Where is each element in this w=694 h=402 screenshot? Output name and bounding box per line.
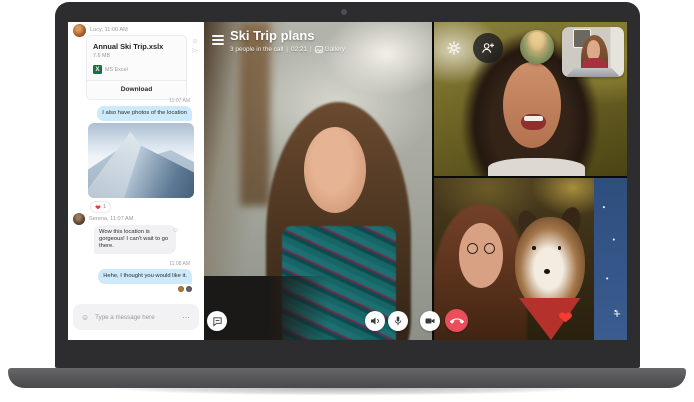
- skype-call-window: Lucy, 11:00 AM Annual Ski Trip.xslx 7.6 …: [68, 22, 627, 340]
- photo-message-mountain[interactable]: [88, 123, 194, 198]
- call-participants: 3 people in the call: [230, 46, 284, 53]
- dog-eye: [532, 246, 536, 250]
- speaker-button[interactable]: [365, 311, 385, 331]
- message-sender-label: Lucy, 11:00 AM: [90, 27, 128, 33]
- main-video-tile[interactable]: [204, 22, 432, 340]
- ms-excel-icon: X: [93, 65, 102, 74]
- timestamp: 11:08 AM: [169, 261, 190, 267]
- menu-button[interactable]: [212, 35, 224, 45]
- avatar-serena: [73, 213, 85, 225]
- gallery-button[interactable]: Gallery: [314, 46, 345, 53]
- received-message-bubble: Wow this location is gorgeous! I can't w…: [94, 225, 176, 254]
- sent-message-bubble: Hehe, I thought you would like it.: [98, 269, 192, 284]
- add-reaction-button[interactable]: +: [610, 307, 624, 321]
- participant-avatar-bubble[interactable]: [520, 30, 554, 64]
- laptop-base: [8, 368, 686, 388]
- sent-message-bubble: I also have photos of the location: [97, 106, 192, 121]
- bubble-hover-emoji-icon[interactable]: ☺: [172, 227, 179, 234]
- self-view-tile[interactable]: [562, 27, 624, 77]
- call-title: Ski Trip plans: [230, 28, 315, 43]
- heart-icon: [95, 205, 101, 210]
- glasses-lens: [484, 242, 496, 254]
- file-size: 7.6 MB: [93, 53, 111, 59]
- end-call-button[interactable]: [445, 309, 468, 332]
- download-button[interactable]: Download: [87, 80, 186, 99]
- read-receipts: [178, 286, 192, 292]
- reaction-count: 1: [103, 204, 106, 210]
- webcam-dot: [341, 9, 347, 15]
- dog-eye: [557, 246, 562, 250]
- participant-shirt: [488, 157, 585, 176]
- participant-face: [304, 126, 366, 213]
- gallery-label: Gallery: [324, 46, 345, 53]
- speaker-icon: [371, 317, 380, 325]
- mic-icon: [394, 316, 402, 326]
- dog-nose: [544, 268, 550, 274]
- camera-icon: [425, 318, 435, 324]
- chat-icon: [212, 316, 222, 327]
- chat-toggle-button[interactable]: [207, 311, 227, 331]
- file-name: Annual Ski Trip.xslx: [93, 42, 164, 51]
- laptop-mockup: Lucy, 11:00 AM Annual Ski Trip.xslx 7.6 …: [0, 0, 694, 402]
- avatar-highlight: [526, 32, 548, 51]
- mic-button[interactable]: [388, 311, 408, 331]
- add-person-button[interactable]: [473, 33, 503, 63]
- chat-panel: Lucy, 11:00 AM Annual Ski Trip.xslx 7.6 …: [68, 22, 204, 340]
- gear-icon: [447, 41, 461, 55]
- emoji-react-icon[interactable]: ☺: [189, 38, 201, 46]
- participant-smile: [523, 115, 544, 122]
- file-app-label: MS Excel: [105, 66, 128, 73]
- message-sender-label: Serena, 11:07 AM: [89, 216, 134, 222]
- reaction-badge: 1: [90, 201, 111, 213]
- heart-reaction-overlay: [558, 309, 573, 324]
- avatar-lucy: [73, 24, 86, 37]
- emoji-picker-icon[interactable]: ☺: [81, 313, 89, 322]
- read-receipt-avatar: [178, 286, 184, 292]
- input-more-button[interactable]: ⋯: [182, 313, 191, 322]
- dog-head: [515, 216, 585, 311]
- heart-icon: [559, 312, 572, 323]
- call-timer: 02:21: [290, 46, 307, 53]
- glasses-lens: [466, 242, 478, 254]
- file-attachment-card[interactable]: Annual Ski Trip.xslx 7.6 MB X MS Excel D…: [86, 35, 187, 100]
- subtitle-separator: |: [286, 46, 288, 53]
- subtitle-separator: |: [309, 46, 312, 53]
- forward-icon[interactable]: ▷: [189, 46, 201, 56]
- self-laptop: [565, 68, 621, 77]
- message-input-placeholder: Type a message here: [95, 313, 155, 321]
- person-add-icon: [482, 43, 494, 53]
- settings-button[interactable]: [446, 40, 462, 56]
- timestamp: 11:07 AM: [169, 98, 190, 104]
- read-receipt-avatar: [186, 286, 192, 292]
- camera-button[interactable]: [420, 311, 440, 331]
- end-call-icon: [449, 317, 464, 324]
- message-input[interactable]: ☺ Type a message here ⋯: [73, 304, 199, 330]
- call-subtitle: 3 people in the call | 02:21 | Gallery: [230, 46, 345, 53]
- gallery-icon: [314, 46, 323, 53]
